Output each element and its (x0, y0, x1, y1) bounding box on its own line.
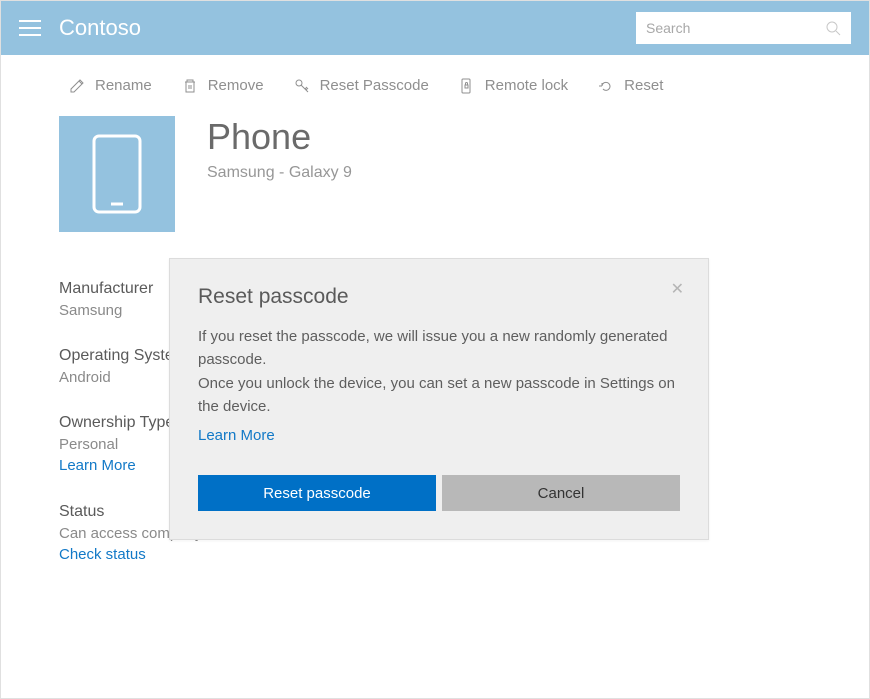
dialog-body-line: Once you unlock the device, you can set … (198, 372, 680, 419)
dialog-body: If you reset the passcode, we will issue… (198, 325, 680, 447)
pencil-icon (69, 78, 85, 94)
dialog-body-line: If you reset the passcode, we will issue… (198, 325, 680, 372)
device-subtitle: Samsung - Galaxy 9 (207, 164, 352, 182)
toolbar-label: Reset (624, 77, 663, 94)
brand-title: Contoso (59, 15, 141, 41)
reset-icon (598, 78, 614, 94)
ownership-learn-more-link[interactable]: Learn More (59, 457, 136, 474)
device-header: Phone Samsung - Galaxy 9 (59, 116, 811, 232)
search-icon (826, 21, 841, 36)
toolbar-label: Remote lock (485, 77, 568, 94)
remote-lock-button[interactable]: Remote lock (459, 77, 568, 94)
reset-passcode-confirm-button[interactable]: Reset passcode (198, 475, 436, 511)
device-info: Phone Samsung - Galaxy 9 (207, 116, 352, 182)
lock-icon (459, 78, 475, 94)
key-icon (294, 78, 310, 94)
toolbar-label: Remove (208, 77, 264, 94)
header-bar: Contoso (1, 1, 869, 55)
phone-icon (92, 134, 142, 214)
device-title: Phone (207, 116, 352, 158)
toolbar-label: Rename (95, 77, 152, 94)
search-input[interactable] (646, 20, 816, 36)
reset-button[interactable]: Reset (598, 77, 663, 94)
toolbar-label: Reset Passcode (320, 77, 429, 94)
header-left: Contoso (19, 15, 141, 41)
menu-icon[interactable] (19, 20, 41, 36)
remove-button[interactable]: Remove (182, 77, 264, 94)
device-tile (59, 116, 175, 232)
dialog-learn-more-link[interactable]: Learn More (198, 424, 275, 447)
cancel-button[interactable]: Cancel (442, 475, 680, 511)
content: Phone Samsung - Galaxy 9 Manufacturer Sa… (1, 116, 869, 564)
toolbar: Rename Remove Reset Passcode Remote lock… (1, 55, 869, 116)
search-box[interactable] (636, 12, 851, 44)
check-status-link[interactable]: Check status (59, 546, 146, 563)
rename-button[interactable]: Rename (69, 77, 152, 94)
trash-icon (182, 78, 198, 94)
dialog-title: Reset passcode (198, 285, 680, 309)
reset-passcode-button[interactable]: Reset Passcode (294, 77, 429, 94)
dialog-buttons: Reset passcode Cancel (198, 475, 680, 511)
close-icon[interactable]: ✕ (671, 279, 684, 299)
reset-passcode-dialog: ✕ Reset passcode If you reset the passco… (169, 258, 709, 540)
